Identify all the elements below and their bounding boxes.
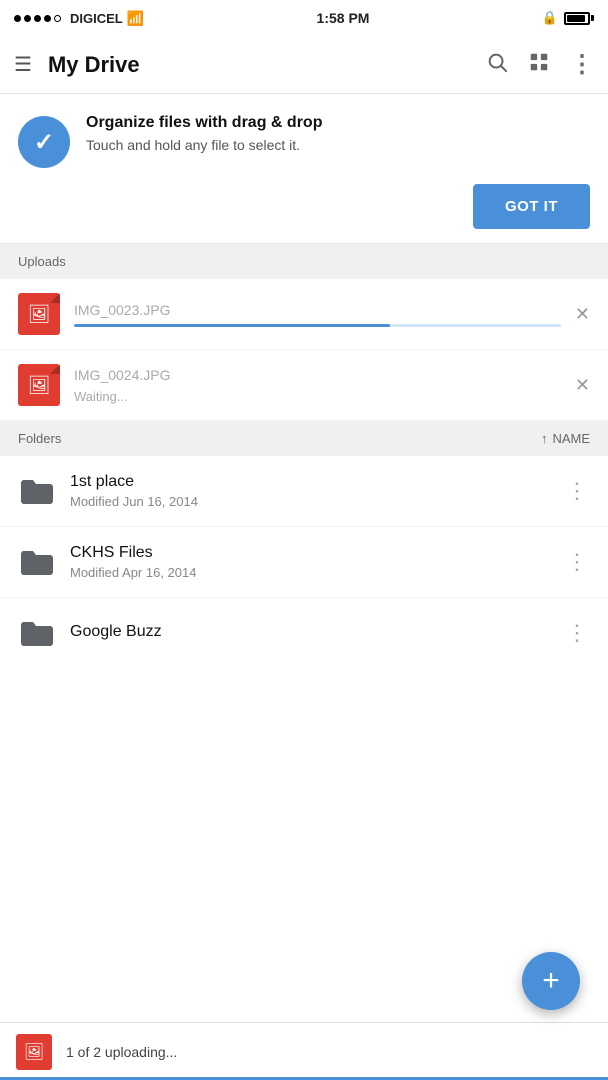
upload-item-2: 🖼 IMG_0024.JPG Waiting... ✕ (0, 350, 608, 421)
banner-check-circle: ✓ (18, 116, 70, 168)
folder-info-1st-place: 1st place Modified Jun 16, 2014 (70, 473, 552, 509)
dot-1 (14, 15, 21, 22)
menu-icon[interactable]: ☰ (14, 52, 32, 77)
dot-2 (24, 15, 31, 22)
folder-more-icon-1st-place[interactable]: ⋮ (566, 478, 590, 504)
banner-button-row: GOT IT (18, 184, 590, 229)
folder-modified-1st-place: Modified Jun 16, 2014 (70, 494, 552, 509)
toolbar-actions: ⋮ (486, 50, 594, 79)
dot-4 (44, 15, 51, 22)
folder-info-ckhs: CKHS Files Modified Apr 16, 2014 (70, 544, 552, 580)
folder-icon-google-buzz (18, 614, 56, 652)
folder-icon-1st-place (18, 472, 56, 510)
sort-arrow-icon: ↑ (541, 431, 548, 446)
image-icon: 🖼 (28, 304, 51, 325)
battery-body (564, 12, 590, 25)
status-bar: DIGICEL 📶 1:58 PM 🔒 (0, 0, 608, 36)
bottom-image-icon: 🖼 (24, 1042, 44, 1062)
folder-more-icon-ckhs[interactable]: ⋮ (566, 549, 590, 575)
folder-icon-ckhs (18, 543, 56, 581)
folder-item-ckhs[interactable]: CKHS Files Modified Apr 16, 2014 ⋮ (0, 527, 608, 598)
upload-filename-0024: IMG_0024.JPG (74, 367, 561, 383)
cancel-upload-0024[interactable]: ✕ (575, 375, 590, 396)
status-left: DIGICEL 📶 (14, 10, 144, 27)
cancel-upload-0023[interactable]: ✕ (575, 304, 590, 325)
upload-status-text: 1 of 2 uploading... (66, 1044, 177, 1060)
signal-dots (14, 15, 61, 22)
wifi-icon: 📶 (127, 10, 144, 27)
folder-item-google-buzz[interactable]: Google Buzz ⋮ (0, 598, 608, 668)
grid-view-icon[interactable] (528, 51, 550, 79)
upload-info-0024: IMG_0024.JPG Waiting... (74, 367, 561, 404)
file-fold (50, 293, 60, 303)
progress-bar-bg-0023 (74, 324, 561, 327)
banner-text: Organize files with drag & drop Touch an… (86, 114, 590, 153)
dot-3 (34, 15, 41, 22)
uploads-section-header: Uploads (0, 244, 608, 279)
folders-label: Folders (18, 431, 61, 446)
file-fold-2 (50, 364, 60, 374)
status-time: 1:58 PM (317, 10, 370, 26)
banner-top: ✓ Organize files with drag & drop Touch … (18, 114, 590, 168)
banner-subtitle: Touch and hold any file to select it. (86, 137, 590, 153)
page-title: My Drive (48, 52, 486, 78)
folder-more-icon-google-buzz[interactable]: ⋮ (566, 620, 590, 646)
dot-5 (54, 15, 61, 22)
folder-name-google-buzz: Google Buzz (70, 623, 552, 641)
battery-icon (564, 12, 594, 25)
battery-tip (591, 15, 594, 21)
status-right: 🔒 (542, 10, 594, 26)
folders-section-header: Folders ↑ NAME (0, 421, 608, 456)
checkmark-icon: ✓ (34, 128, 54, 157)
folder-item-1st-place[interactable]: 1st place Modified Jun 16, 2014 ⋮ (0, 456, 608, 527)
folder-name-ckhs: CKHS Files (70, 544, 552, 562)
upload-status-0024: Waiting... (74, 389, 561, 404)
sort-controls[interactable]: ↑ NAME (541, 431, 590, 446)
got-it-button[interactable]: GOT IT (473, 184, 590, 229)
drag-drop-banner: ✓ Organize files with drag & drop Touch … (0, 94, 608, 244)
bottom-upload-bar: 🖼 1 of 2 uploading... (0, 1022, 608, 1080)
folder-name-1st-place: 1st place (70, 473, 552, 491)
upload-item: 🖼 IMG_0023.JPG ✕ (0, 279, 608, 350)
folder-modified-ckhs: Modified Apr 16, 2014 (70, 565, 552, 580)
carrier-label: DIGICEL (70, 11, 123, 26)
fab-add-button[interactable]: + (522, 952, 580, 1010)
search-icon[interactable] (486, 51, 508, 79)
more-options-icon[interactable]: ⋮ (570, 50, 594, 79)
progress-bar-fill-0023 (74, 324, 390, 327)
uploads-label: Uploads (18, 254, 66, 269)
upload-filename-0023: IMG_0023.JPG (74, 302, 561, 318)
file-icon-img0023: 🖼 (18, 293, 60, 335)
folder-info-google-buzz: Google Buzz (70, 623, 552, 644)
lock-icon: 🔒 (542, 10, 558, 26)
fab-plus-icon: + (542, 966, 560, 996)
toolbar: ☰ My Drive ⋮ (0, 36, 608, 94)
file-icon-img0024: 🖼 (18, 364, 60, 406)
image-icon-2: 🖼 (28, 375, 51, 396)
bottom-file-icon: 🖼 (16, 1034, 52, 1070)
upload-info-0023: IMG_0023.JPG (74, 302, 561, 327)
sort-label: NAME (552, 431, 590, 446)
banner-title: Organize files with drag & drop (86, 114, 590, 132)
battery-fill (567, 15, 585, 22)
